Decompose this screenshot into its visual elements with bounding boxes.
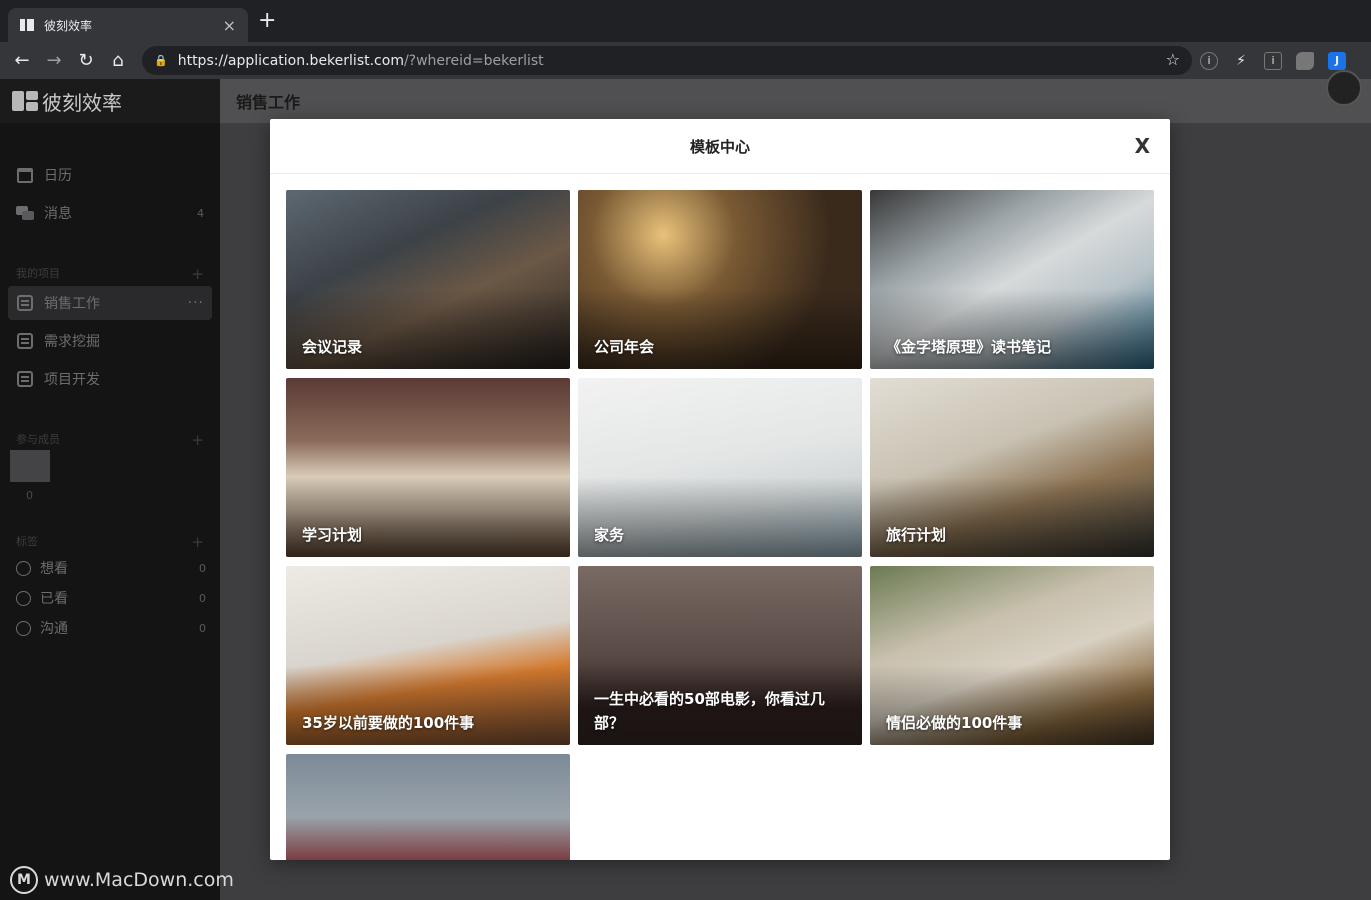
lock-icon[interactable]: 🔒 (154, 54, 168, 67)
sidebar-item-label: 需求挖掘 (44, 334, 100, 350)
forward-arrow-icon[interactable]: → (38, 50, 70, 71)
reader-extension-icon[interactable]: i (1264, 51, 1282, 70)
tag-count: 0 (199, 591, 206, 605)
home-icon[interactable]: ⌂ (102, 50, 134, 71)
modal-title: 模板中心 (689, 137, 750, 156)
browser-toolbar: ← → ↻ ⌂ 🔒 https://application.bekerlist.… (0, 42, 1371, 79)
browser-tab[interactable]: 彼刻效率 × (8, 8, 248, 42)
template-card-title: 《金字塔原理》读书笔记 (886, 338, 1052, 356)
sidebar-item-label: 销售工作 (44, 296, 100, 312)
template-card-50-movies[interactable]: 一生中必看的50部电影，你看过几部？ (578, 566, 862, 745)
tag-item-communication[interactable]: 沟通 0 (16, 618, 206, 638)
new-tab-button[interactable]: + (258, 10, 276, 32)
sidebar-item-project-dev[interactable]: 项目开发 (8, 362, 212, 396)
template-card-title: 公司年会 (594, 338, 655, 356)
sidebar: 彼刻效率 日历 消息 4 我的项目 + 销售工作 ··· 需求挖掘 项目开发 参… (0, 79, 220, 900)
template-card-family[interactable] (286, 754, 570, 860)
modal-header: 模板中心 X (270, 119, 1170, 174)
tag-label: 已看 (40, 591, 68, 607)
template-card-title: 情侣必做的100件事 (886, 714, 1023, 732)
logo-text: 彼刻效率 (42, 90, 122, 115)
document-icon (16, 370, 34, 388)
messages-count: 4 (197, 206, 204, 220)
main-header: 销售工作 (220, 79, 1371, 123)
projects-section-title: 我的项目 + (16, 265, 204, 283)
template-card-travel-plan[interactable]: 旅行计划 (870, 378, 1154, 557)
template-card-couples-100[interactable]: 情侣必做的100件事 (870, 566, 1154, 745)
logo-mark-icon (12, 91, 38, 111)
page-title: 销售工作 (236, 93, 301, 112)
tab-close-icon[interactable]: × (223, 16, 236, 35)
macdown-logo-icon: M (10, 866, 38, 894)
tag-item-want-to-see[interactable]: 想看 0 (16, 558, 206, 578)
sidebar-item-label: 项目开发 (44, 372, 100, 388)
url-host: https://application.bekerlist.com (177, 52, 404, 69)
app-favicon-icon (20, 19, 34, 31)
section-label: 标签 (16, 535, 38, 548)
sidebar-item-sales-work[interactable]: 销售工作 ··· (8, 286, 212, 320)
template-card-housework[interactable]: 家务 (578, 378, 862, 557)
tag-count: 0 (199, 621, 206, 635)
template-card-meeting-notes[interactable]: 会议记录 (286, 190, 570, 369)
tab-title: 彼刻效率 (44, 18, 93, 33)
tag-label: 沟通 (40, 621, 68, 637)
extension-icons: i ⚡ i J (1200, 42, 1346, 79)
template-card-100-before-35[interactable]: 35岁以前要做的100件事 (286, 566, 570, 745)
user-avatar[interactable] (1326, 70, 1362, 106)
watermark-text: www.MacDown.com (44, 869, 234, 891)
j-extension-icon[interactable]: J (1328, 51, 1346, 70)
address-bar[interactable]: 🔒 https://application.bekerlist.com/?whe… (142, 46, 1192, 75)
template-card-title: 一生中必看的50部电影，你看过几部？ (594, 690, 825, 732)
document-icon (16, 332, 34, 350)
members-count: 0 (26, 489, 33, 502)
sidebar-item-calendar[interactable]: 日历 (8, 158, 212, 192)
template-card-study-plan[interactable]: 学习计划 (286, 378, 570, 557)
tags-section-title: 标签 + (16, 533, 204, 551)
document-icon (16, 294, 34, 312)
sidebar-item-messages[interactable]: 消息 4 (8, 196, 212, 230)
reload-icon[interactable]: ↻ (70, 50, 102, 71)
radio-circle-icon[interactable] (16, 560, 31, 576)
template-card-title: 学习计划 (302, 526, 363, 544)
add-tag-plus-icon[interactable]: + (191, 533, 204, 551)
bookmark-star-icon[interactable]: ☆ (1166, 50, 1180, 69)
browser-tab-bar: 彼刻效率 × + (0, 0, 1371, 42)
url-path: /?whereid=bekerlist (403, 52, 544, 69)
sidebar-item-label: 消息 (44, 206, 72, 222)
section-label: 参与成员 (16, 433, 60, 446)
template-card-reading-notes[interactable]: 《金字塔原理》读书笔记 (870, 190, 1154, 369)
template-card-title: 家务 (594, 526, 625, 544)
app-logo[interactable]: 彼刻效率 (0, 79, 220, 123)
calendar-icon (16, 166, 34, 184)
more-options-icon[interactable]: ··· (188, 295, 204, 311)
template-card-title: 35岁以前要做的100件事 (302, 714, 475, 732)
lightning-extension-icon[interactable]: ⚡ (1232, 52, 1250, 70)
shield-extension-icon[interactable] (1296, 51, 1314, 70)
tag-count: 0 (199, 561, 206, 575)
template-card-annual-party[interactable]: 公司年会 (578, 190, 862, 369)
template-card-title: 旅行计划 (886, 526, 947, 544)
close-icon[interactable]: X (1135, 134, 1150, 158)
tag-item-seen[interactable]: 已看 0 (16, 588, 206, 608)
members-section-title: 参与成员 + (16, 431, 204, 449)
radio-circle-icon[interactable] (16, 620, 31, 636)
radio-circle-icon[interactable] (16, 590, 31, 606)
sidebar-item-label: 日历 (44, 168, 72, 184)
tag-label: 想看 (40, 561, 68, 577)
info-extension-icon[interactable]: i (1200, 51, 1218, 70)
section-label: 我的项目 (16, 267, 60, 280)
template-card-title: 会议记录 (302, 338, 363, 356)
member-avatar[interactable] (10, 450, 50, 482)
template-center-modal: 模板中心 X 会议记录 公司年会 《金字塔原理》读书笔记 学习计划 家务 旅行计… (270, 119, 1170, 860)
add-member-plus-icon[interactable]: + (191, 431, 204, 449)
sidebar-item-requirement-mining[interactable]: 需求挖掘 (8, 324, 212, 358)
watermark: M www.MacDown.com (10, 866, 234, 894)
add-project-plus-icon[interactable]: + (191, 265, 204, 283)
back-arrow-icon[interactable]: ← (6, 50, 38, 71)
chat-icon (16, 204, 34, 222)
